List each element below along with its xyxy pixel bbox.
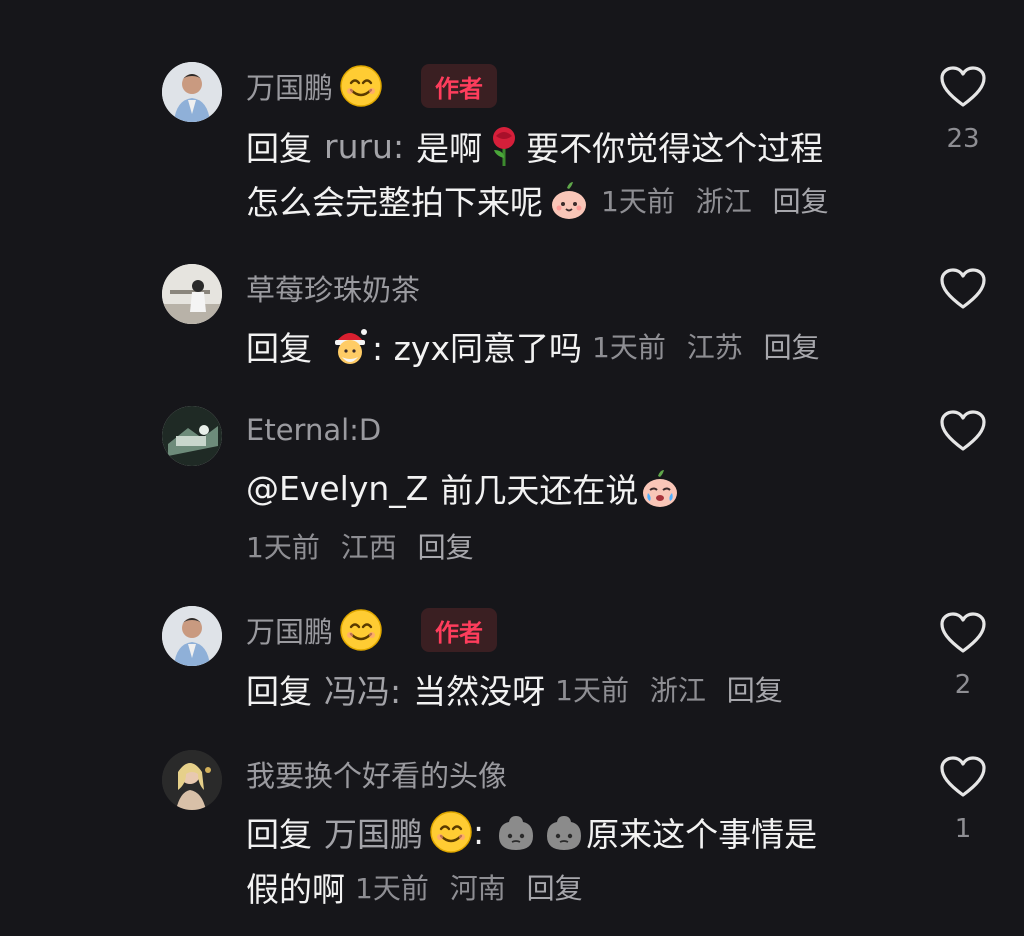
reply-label: 回复 xyxy=(246,672,312,711)
user-avatar[interactable] xyxy=(162,62,222,122)
user-avatar[interactable] xyxy=(162,606,222,666)
peach-icon xyxy=(547,178,591,222)
crying-peach-icon xyxy=(638,466,682,510)
reply-target[interactable]: 万国鹏 xyxy=(324,808,423,856)
comment-body: 是啊 xyxy=(416,129,483,168)
comment-body: : zyx同意了吗 xyxy=(372,329,582,368)
username[interactable]: 万国鹏 xyxy=(246,609,333,651)
username-line: Eternal:D xyxy=(246,406,381,454)
comment-body-cont: 要不你觉得这个过程 xyxy=(526,129,824,168)
username[interactable]: 草莓珍珠奶茶 xyxy=(246,267,420,309)
santa-avatar-icon[interactable] xyxy=(328,324,372,368)
like-count: 1 xyxy=(954,814,972,844)
username-line: 万国鹏 作者 xyxy=(246,62,498,110)
comment-text-line2: 怎么会完整拍下来呢 1天前 浙江 回复 xyxy=(246,175,841,225)
smiling-face-icon xyxy=(429,810,473,854)
user-avatar[interactable] xyxy=(162,750,222,810)
like-heart-icon[interactable] xyxy=(940,410,986,452)
comment-location: 江西 xyxy=(340,531,397,564)
comment-meta: 1天前 河南 回复 xyxy=(355,867,595,907)
reply-button[interactable]: 回复 xyxy=(727,674,783,707)
comment-time: 1天前 xyxy=(592,331,666,364)
username[interactable]: Eternal:D xyxy=(246,413,381,447)
comment-body: 前几天还在说 xyxy=(440,471,639,510)
comment-time: 1天前 xyxy=(601,185,675,218)
comment-time: 1天前 xyxy=(355,872,429,905)
comment-meta: 1天前 浙江 回复 xyxy=(555,669,795,709)
like-count: 23 xyxy=(946,124,980,154)
username-line: 万国鹏 作者 xyxy=(246,606,498,654)
username-line: 草莓珍珠奶茶 xyxy=(246,264,420,312)
comment-meta: 1天前 江西 回复 xyxy=(246,526,486,566)
comment-text: 回复 : zyx同意了吗 1天前 江苏 回复 xyxy=(246,321,832,371)
user-avatar[interactable] xyxy=(162,406,222,466)
reply-label: 回复 xyxy=(246,815,312,854)
like-heart-icon[interactable] xyxy=(940,756,986,798)
reply-label: 回复 xyxy=(246,129,312,168)
reply-button[interactable]: 回复 xyxy=(764,331,820,364)
username[interactable]: 我要换个好看的头像 xyxy=(246,753,507,795)
author-badge: 作者 xyxy=(421,64,498,108)
username-line: 我要换个好看的头像 xyxy=(246,750,507,798)
rose-icon xyxy=(482,124,526,168)
reply-button[interactable]: 回复 xyxy=(773,185,829,218)
reply-target[interactable]: 冯冯: xyxy=(324,665,401,713)
reply-label: 回复 xyxy=(246,329,312,368)
comment-meta: 1天前 江苏 回复 xyxy=(592,326,832,366)
comment-text: 回复 ruru: 是啊 要不你觉得这个过程 xyxy=(246,121,823,171)
like-heart-icon[interactable] xyxy=(940,268,986,310)
comment-location: 河南 xyxy=(449,872,506,905)
like-count: 2 xyxy=(954,670,972,700)
comment-body: 原来这个事情是 xyxy=(586,815,818,854)
comment-text: 回复 冯冯: 当然没呀 1天前 浙江 回复 xyxy=(246,664,795,714)
comment-meta: 1天前 浙江 回复 xyxy=(601,180,841,220)
reply-target[interactable]: ruru: xyxy=(324,127,404,166)
grey-face-icon xyxy=(542,810,586,854)
reply-colon: : xyxy=(473,812,485,852)
comment-text: 回复 万国鹏 : 原来这个事情是 xyxy=(246,807,817,857)
grey-face-icon xyxy=(494,810,538,854)
comment-time: 1天前 xyxy=(246,531,320,564)
comment-text: @Evelyn_Z 前几天还在说 xyxy=(246,463,682,513)
comment-body-cont: 怎么会完整拍下来呢 xyxy=(246,183,543,222)
smiling-face-icon xyxy=(339,608,383,652)
author-badge: 作者 xyxy=(421,608,498,652)
smiling-face-icon xyxy=(339,64,383,108)
reply-button[interactable]: 回复 xyxy=(418,531,474,564)
comment-location: 浙江 xyxy=(695,185,752,218)
comment-time: 1天前 xyxy=(555,674,629,707)
like-heart-icon[interactable] xyxy=(940,612,986,654)
comment-text-line2: 假的啊 1天前 河南 回复 xyxy=(246,862,595,912)
username[interactable]: 万国鹏 xyxy=(246,65,333,107)
mention-link[interactable]: @Evelyn_Z xyxy=(246,469,428,508)
reply-button[interactable]: 回复 xyxy=(527,872,583,905)
comment-body: 当然没呀 xyxy=(413,672,546,711)
comment-location: 浙江 xyxy=(649,674,706,707)
comment-location: 江苏 xyxy=(686,331,743,364)
like-heart-icon[interactable] xyxy=(940,66,986,108)
user-avatar[interactable] xyxy=(162,264,222,324)
comment-body-cont: 假的啊 xyxy=(246,870,345,909)
